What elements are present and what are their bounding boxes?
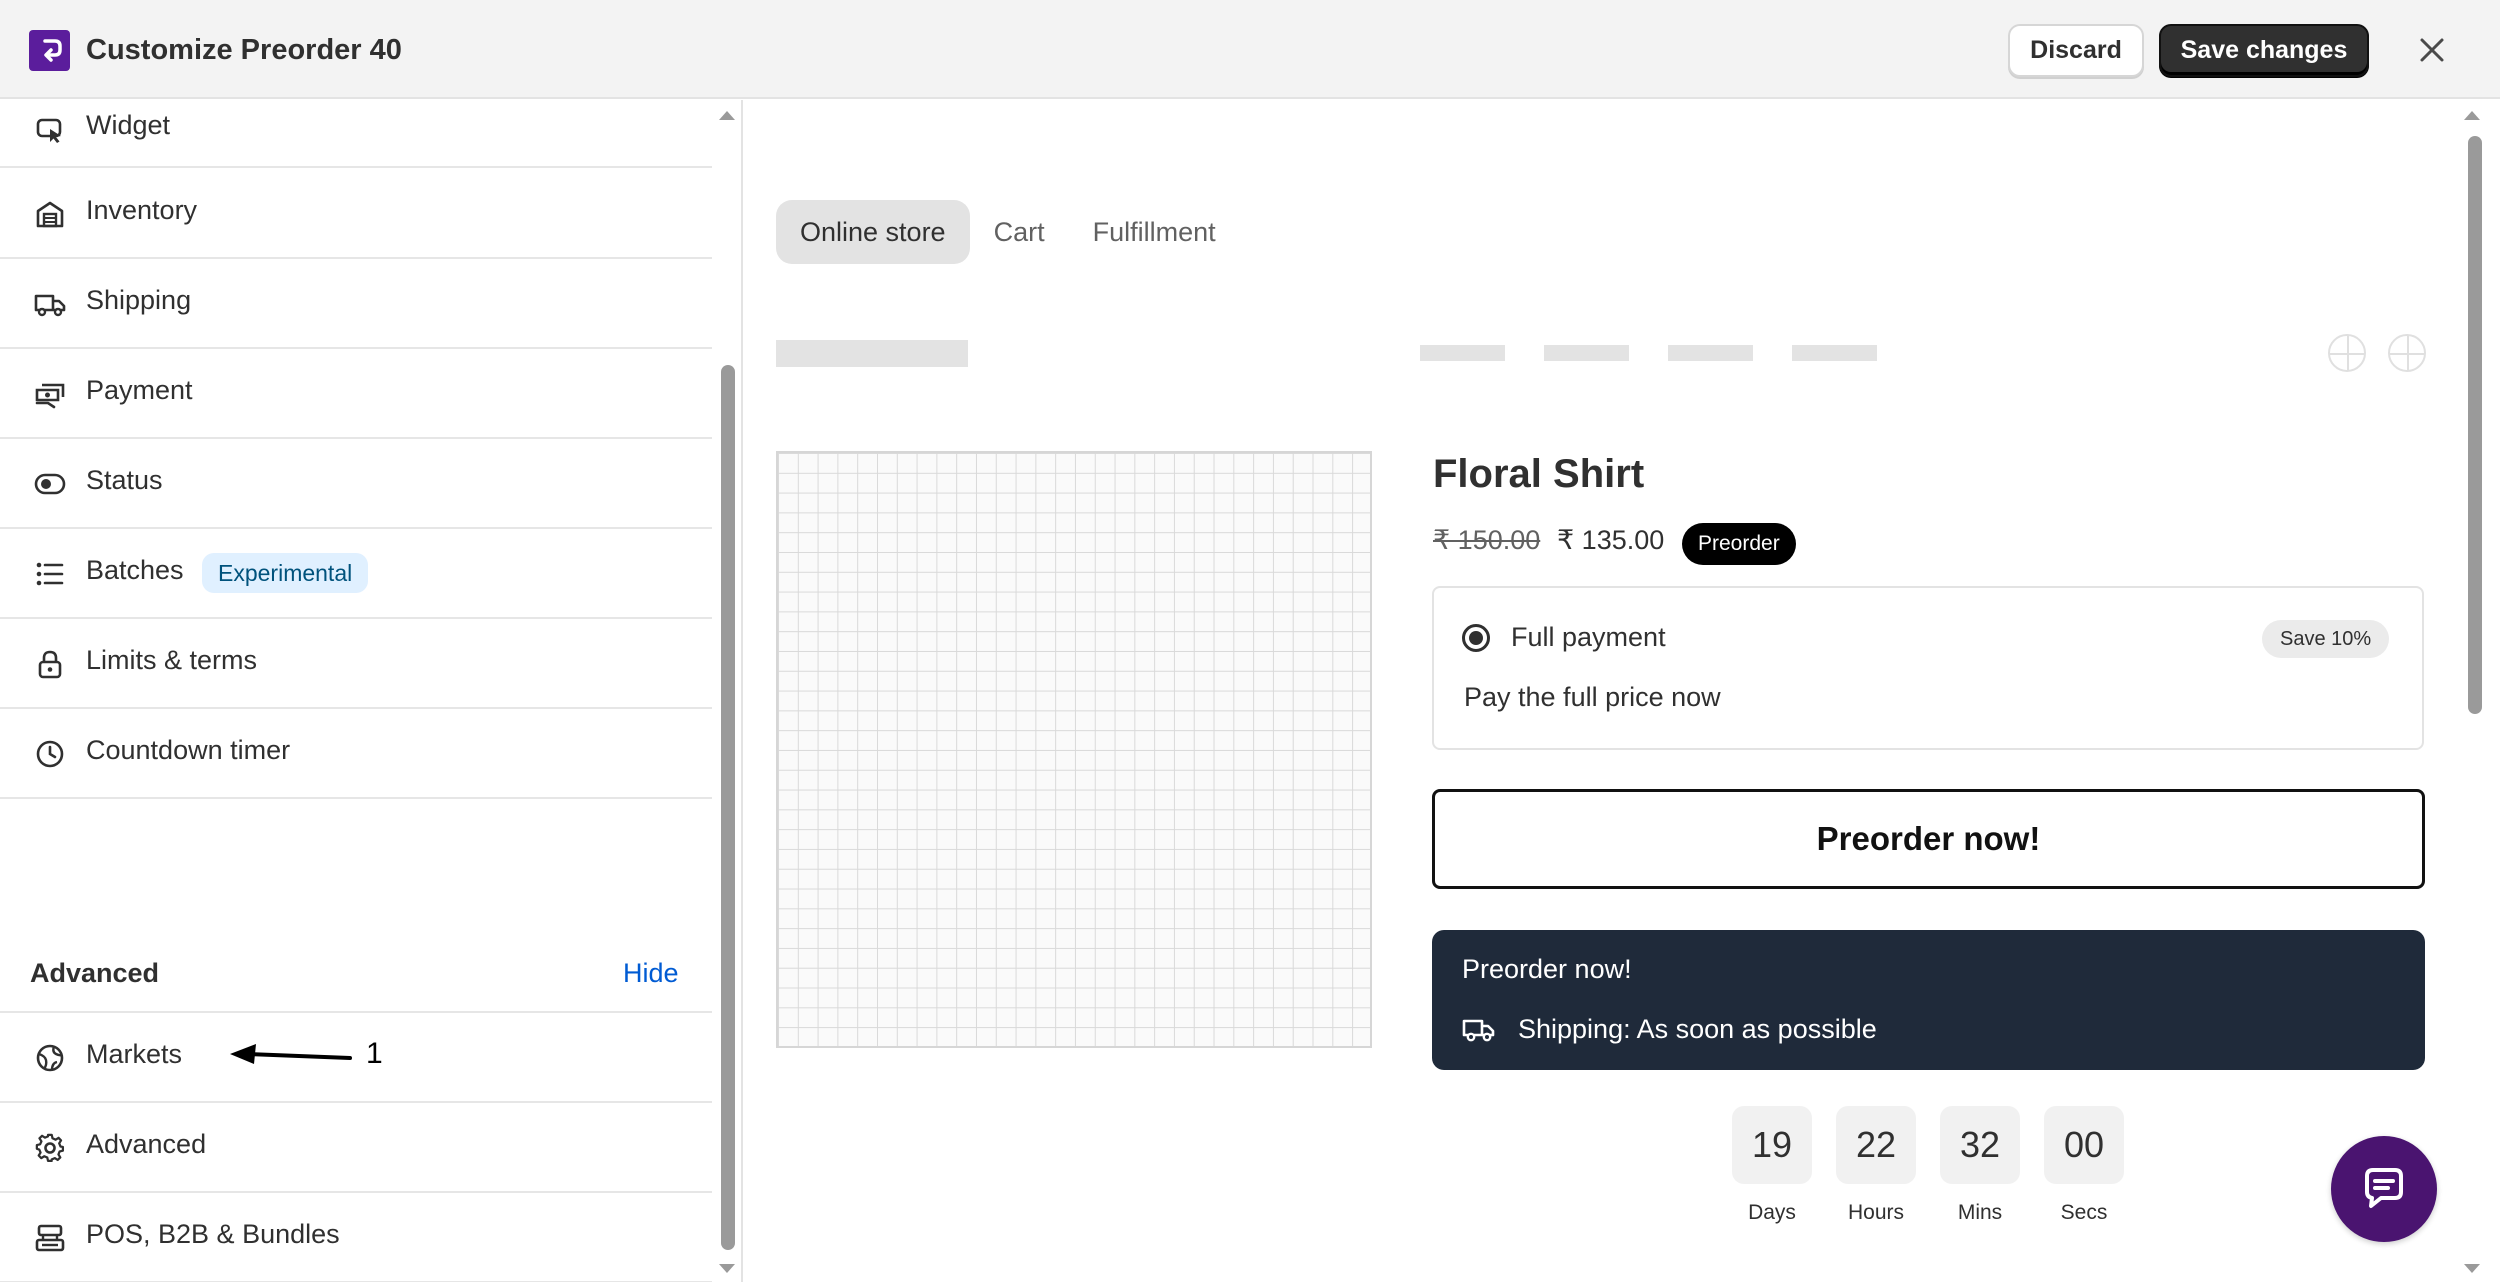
sidebar-item-label: Inventory	[86, 195, 198, 225]
sidebar-item-label: Status	[86, 465, 163, 495]
tab-cart[interactable]: Cart	[970, 200, 1069, 264]
countdown-days-label: Days	[1748, 1201, 1796, 1224]
sidebar-item-inventory[interactable]: Inventory	[0, 169, 712, 259]
info-card-title: Preorder now!	[1462, 954, 1632, 984]
payment-option-label: Full payment	[1511, 622, 1666, 652]
warehouse-icon	[34, 198, 66, 230]
list-icon	[34, 558, 66, 590]
toggle-icon	[34, 468, 66, 500]
payment-option-card[interactable]: Full payment Save 10% Pay the full price…	[1432, 586, 2424, 750]
cart-icon-placeholder	[2388, 334, 2426, 372]
sale-price: ₹ 135.00	[1557, 525, 1665, 555]
nav-link-placeholder	[1544, 345, 1629, 361]
section-title: Advanced	[30, 958, 160, 988]
sidebar-scrollbar-thumb[interactable]	[721, 365, 735, 1250]
countdown-hours-label: Hours	[1847, 1201, 1905, 1224]
nav-link-placeholder	[1792, 345, 1877, 361]
sidebar-item-widget[interactable]: Widget	[0, 100, 712, 168]
annotation-arrow-icon	[230, 1044, 352, 1064]
product-image-placeholder	[776, 451, 1372, 1048]
app-logo-icon	[29, 30, 70, 71]
product-title: Floral Shirt	[1433, 452, 1645, 496]
chat-support-button[interactable]	[2331, 1136, 2437, 1242]
cash-icon	[34, 378, 66, 410]
preview-tabs: Online store Cart Fulfillment	[776, 200, 1240, 264]
account-icon-placeholder	[2328, 334, 2366, 372]
preorder-info-card: Preorder now! Shipping: As soon as possi…	[1432, 930, 2425, 1070]
discard-button[interactable]: Discard	[2008, 24, 2144, 77]
hide-section-link[interactable]: Hide	[623, 958, 679, 989]
original-price: ₹ 150.00	[1433, 525, 1541, 555]
page-title: Customize Preorder 40	[86, 34, 402, 66]
payment-option-description: Pay the full price now	[1464, 682, 1721, 712]
sidebar-item-label: Shipping	[86, 285, 192, 315]
pos-icon	[34, 1222, 66, 1254]
sidebar-item-limits-terms[interactable]: Limits & terms	[0, 619, 712, 709]
full-payment-radio[interactable]	[1462, 624, 1490, 652]
gear-icon	[34, 1132, 66, 1164]
cursor-icon	[34, 114, 66, 146]
shipping-text: Shipping: As soon as possible	[1518, 1014, 1877, 1044]
countdown-mins-value: 32	[1940, 1106, 2020, 1184]
advanced-section-header: Advanced Hide	[0, 898, 712, 1013]
preorder-badge: Preorder	[1682, 523, 1796, 565]
sidebar-item-pos-b2b-bundles[interactable]: POS, B2B & Bundles	[0, 1193, 712, 1282]
nav-link-placeholder	[1420, 345, 1505, 361]
settings-sidebar: Widget Inventory Shipping Payment Status…	[0, 100, 743, 1282]
store-logo-placeholder	[776, 340, 968, 367]
annotation-number: 1	[366, 1037, 383, 1070]
sidebar-item-batches[interactable]: Batches Experimental	[0, 529, 712, 619]
experimental-badge: Experimental	[202, 553, 369, 593]
truck-icon	[1462, 1019, 1495, 1042]
preview-scrollbar-thumb[interactable]	[2468, 136, 2482, 714]
sidebar-item-label: Countdown timer	[86, 735, 291, 765]
sidebar-item-payment[interactable]: Payment	[0, 349, 712, 439]
globe-icon	[34, 1042, 66, 1074]
sidebar-item-label: POS, B2B & Bundles	[86, 1219, 340, 1249]
save-changes-button[interactable]: Save changes	[2159, 24, 2369, 77]
close-icon	[2420, 38, 2444, 62]
sidebar-item-shipping[interactable]: Shipping	[0, 259, 712, 349]
tab-fulfillment[interactable]: Fulfillment	[1069, 200, 1240, 264]
sidebar-item-label: Widget	[86, 110, 171, 140]
scroll-up-arrow-icon[interactable]	[2462, 108, 2482, 122]
sidebar-item-label: Markets	[86, 1039, 183, 1069]
preview-panel: Online store Cart Fulfillment Floral Shi…	[745, 100, 2500, 1282]
scroll-down-arrow-icon[interactable]	[2462, 1262, 2482, 1276]
chat-icon	[2365, 1168, 2403, 1208]
sidebar-item-status[interactable]: Status	[0, 439, 712, 529]
countdown-secs-label: Secs	[2060, 1201, 2108, 1224]
lock-icon	[34, 648, 66, 680]
close-button[interactable]	[2410, 28, 2454, 72]
save-badge: Save 10%	[2262, 620, 2390, 658]
sidebar-item-label: Advanced	[86, 1129, 207, 1159]
countdown-mins-label: Mins	[1957, 1201, 2003, 1224]
nav-link-placeholder	[1668, 345, 1753, 361]
sidebar-item-countdown-timer[interactable]: Countdown timer	[0, 709, 712, 799]
preorder-now-button[interactable]: Preorder now!	[1432, 789, 2425, 889]
countdown-secs-value: 00	[2044, 1106, 2124, 1184]
countdown-hours-value: 22	[1836, 1106, 1916, 1184]
top-bar: Customize Preorder 40 Discard Save chang…	[0, 0, 2500, 99]
sidebar-item-markets[interactable]: Markets	[0, 1013, 712, 1103]
sidebar-item-label: Limits & terms	[86, 645, 258, 675]
sidebar-item-advanced[interactable]: Advanced	[0, 1103, 712, 1193]
scroll-down-arrow-icon[interactable]	[717, 1262, 737, 1276]
sidebar-item-label: Batches	[86, 555, 184, 585]
tab-online-store[interactable]: Online store	[776, 200, 970, 264]
sidebar-item-label: Payment	[86, 375, 193, 405]
scroll-up-arrow-icon[interactable]	[717, 108, 737, 122]
clock-icon	[34, 738, 66, 770]
countdown-days-value: 19	[1732, 1106, 1812, 1184]
truck-icon	[34, 288, 66, 320]
